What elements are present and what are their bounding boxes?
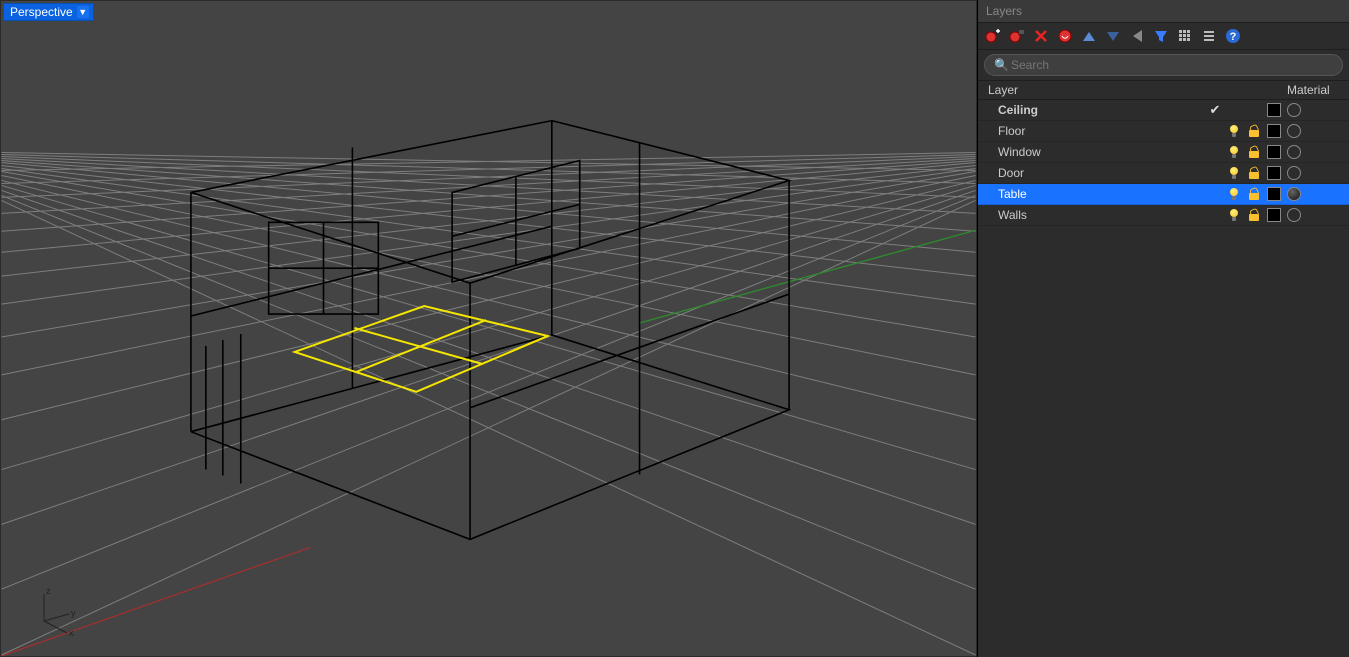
layer-name: Floor — [984, 124, 1207, 138]
delete-layer-icon[interactable] — [1032, 27, 1050, 45]
help-icon[interactable]: ? — [1224, 27, 1242, 45]
svg-text:z: z — [46, 586, 51, 596]
menu-icon[interactable] — [1200, 27, 1218, 45]
visibility-bulb-icon[interactable] — [1227, 145, 1241, 159]
grid-icon[interactable] — [1176, 27, 1194, 45]
col-layer[interactable]: Layer — [984, 83, 1207, 97]
perspective-viewport[interactable]: Perspective ▼ z y x — [0, 0, 977, 657]
material-slot[interactable] — [1287, 124, 1301, 138]
layers-list: Ceiling✔FloorWindowDoorTableWalls — [978, 100, 1349, 226]
visibility-bulb-icon[interactable] — [1227, 124, 1241, 138]
layers-circle-icon[interactable] — [1056, 27, 1074, 45]
color-swatch[interactable] — [1267, 124, 1281, 138]
current-layer-check-icon[interactable] — [1207, 165, 1223, 181]
lock-icon[interactable] — [1247, 208, 1261, 222]
color-swatch[interactable] — [1267, 208, 1281, 222]
layers-header: Layer Material — [978, 81, 1349, 100]
layer-row[interactable]: Floor — [978, 121, 1349, 142]
material-slot[interactable] — [1287, 208, 1301, 222]
layers-toolbar: ? — [978, 23, 1349, 50]
svg-text:?: ? — [1230, 31, 1237, 43]
axis-gizmo: z y x — [29, 586, 79, 636]
search-input[interactable] — [984, 54, 1343, 76]
layer-row[interactable]: Door — [978, 163, 1349, 184]
filter-icon[interactable] — [1152, 27, 1170, 45]
svg-text:x: x — [69, 628, 74, 636]
collapse-icon[interactable] — [1128, 27, 1146, 45]
current-layer-check-icon[interactable]: ✔ — [1207, 102, 1223, 118]
move-down-icon[interactable] — [1104, 27, 1122, 45]
visibility-bulb-icon[interactable] — [1227, 187, 1241, 201]
layer-name: Table — [984, 187, 1207, 201]
color-swatch[interactable] — [1267, 187, 1281, 201]
material-slot[interactable] — [1287, 103, 1301, 117]
layer-row[interactable]: Table — [978, 184, 1349, 205]
move-up-icon[interactable] — [1080, 27, 1098, 45]
layers-panel: Layers ? 🔍 — [977, 0, 1349, 657]
current-layer-check-icon[interactable] — [1207, 186, 1223, 202]
current-layer-check-icon[interactable] — [1207, 123, 1223, 139]
new-layer-icon[interactable] — [984, 27, 1002, 45]
new-sublayer-icon[interactable] — [1008, 27, 1026, 45]
layer-name: Door — [984, 166, 1207, 180]
layer-row[interactable]: Ceiling✔ — [978, 100, 1349, 121]
viewport-label[interactable]: Perspective ▼ — [3, 3, 94, 21]
svg-text:y: y — [71, 608, 76, 618]
layer-name: Ceiling — [984, 103, 1207, 117]
color-swatch[interactable] — [1267, 103, 1281, 117]
material-slot[interactable] — [1287, 166, 1301, 180]
col-material[interactable]: Material — [1287, 83, 1343, 97]
current-layer-check-icon[interactable] — [1207, 207, 1223, 223]
layer-name: Window — [984, 145, 1207, 159]
viewport-canvas — [1, 1, 976, 656]
viewport-name: Perspective — [10, 5, 73, 19]
material-slot[interactable] — [1287, 187, 1301, 201]
lock-icon[interactable] — [1247, 166, 1261, 180]
viewport-dropdown-icon[interactable]: ▼ — [77, 6, 89, 18]
color-swatch[interactable] — [1267, 166, 1281, 180]
panel-title: Layers — [978, 0, 1349, 23]
color-swatch[interactable] — [1267, 145, 1281, 159]
lock-icon[interactable] — [1247, 145, 1261, 159]
lock-icon[interactable] — [1247, 187, 1261, 201]
lock-icon[interactable] — [1247, 124, 1261, 138]
current-layer-check-icon[interactable] — [1207, 144, 1223, 160]
layer-row[interactable]: Window — [978, 142, 1349, 163]
visibility-bulb-icon[interactable] — [1227, 208, 1241, 222]
layer-row[interactable]: Walls — [978, 205, 1349, 226]
visibility-bulb-icon[interactable] — [1227, 166, 1241, 180]
material-slot[interactable] — [1287, 145, 1301, 159]
layer-name: Walls — [984, 208, 1207, 222]
search-wrap: 🔍 — [978, 50, 1349, 81]
